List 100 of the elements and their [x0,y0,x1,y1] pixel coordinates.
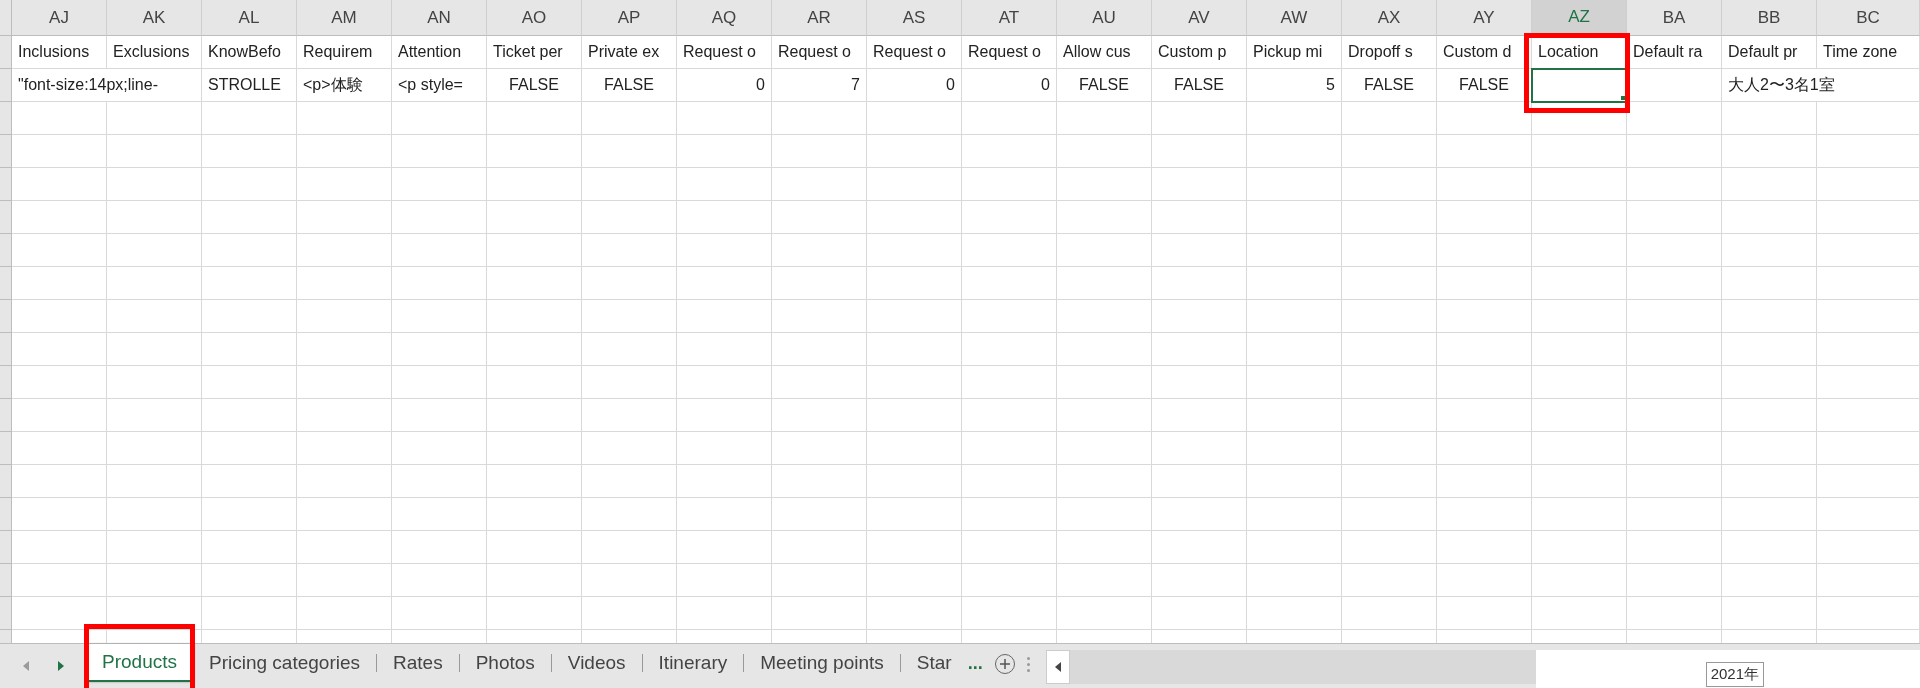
table-cell[interactable]: <p>体験 [297,69,392,102]
table-cell[interactable] [1627,465,1722,498]
table-cell[interactable] [1152,267,1247,300]
table-cell[interactable] [1627,102,1722,135]
table-cell[interactable] [12,267,107,300]
table-cell[interactable] [297,168,392,201]
table-cell[interactable] [1817,135,1920,168]
table-cell[interactable] [962,498,1057,531]
table-cell[interactable] [582,597,677,630]
table-cell[interactable] [1437,135,1532,168]
table-cell[interactable] [1057,135,1152,168]
column-header[interactable]: BC [1817,0,1920,36]
table-cell[interactable] [202,564,297,597]
table-cell[interactable] [1437,399,1532,432]
scroll-right-icon[interactable] [56,661,65,671]
table-cell[interactable] [1532,333,1627,366]
table-cell[interactable] [772,432,867,465]
table-cell[interactable] [487,201,582,234]
table-cell[interactable] [1057,168,1152,201]
table-cell[interactable] [1437,201,1532,234]
table-cell[interactable] [107,168,202,201]
table-cell[interactable] [1722,432,1817,465]
table-cell[interactable] [1437,300,1532,333]
more-sheets-indicator[interactable]: ... [967,650,983,677]
table-cell[interactable] [1532,234,1627,267]
table-cell[interactable] [392,168,487,201]
table-cell[interactable] [1627,432,1722,465]
table-cell[interactable] [1057,234,1152,267]
table-cell[interactable] [297,234,392,267]
row-header[interactable] [0,234,12,267]
table-cell[interactable]: Custom p [1152,36,1247,69]
table-cell[interactable] [1532,564,1627,597]
table-cell[interactable] [1342,267,1437,300]
table-cell[interactable] [202,102,297,135]
table-cell[interactable] [1247,366,1342,399]
table-cell[interactable] [487,465,582,498]
sheet-tab[interactable]: Pricing categories [193,644,376,682]
table-cell[interactable] [1057,102,1152,135]
table-cell[interactable]: STROLLE [202,69,297,102]
sheet-tab[interactable]: Products [86,644,193,682]
table-cell[interactable] [1722,366,1817,399]
table-cell[interactable] [772,300,867,333]
table-cell[interactable] [1247,597,1342,630]
table-cell[interactable] [487,267,582,300]
table-cell[interactable] [1342,300,1437,333]
table-cell[interactable] [392,366,487,399]
table-cell[interactable] [1532,531,1627,564]
table-cell[interactable] [867,564,962,597]
table-cell[interactable] [1057,597,1152,630]
table-cell[interactable] [1437,564,1532,597]
table-cell[interactable] [1532,135,1627,168]
table-cell[interactable] [677,597,772,630]
table-cell[interactable] [202,432,297,465]
row-header[interactable] [0,465,12,498]
table-cell[interactable] [1532,168,1627,201]
table-cell[interactable] [1532,399,1627,432]
table-cell[interactable] [1437,465,1532,498]
column-header[interactable]: AR [772,0,867,36]
table-cell[interactable] [1722,135,1817,168]
column-header[interactable]: AX [1342,0,1437,36]
table-cell[interactable] [487,531,582,564]
table-cell[interactable] [1247,300,1342,333]
table-cell[interactable] [1437,432,1532,465]
table-cell[interactable]: Inclusions [12,36,107,69]
column-header[interactable]: AW [1247,0,1342,36]
table-cell[interactable] [1532,597,1627,630]
table-cell[interactable] [202,366,297,399]
corner-header[interactable] [0,0,12,36]
table-cell[interactable] [1342,168,1437,201]
table-cell[interactable] [867,366,962,399]
row-header[interactable] [0,432,12,465]
table-cell[interactable] [582,234,677,267]
table-cell[interactable] [1627,267,1722,300]
table-cell[interactable] [1152,366,1247,399]
table-cell[interactable] [962,597,1057,630]
table-cell[interactable] [1247,168,1342,201]
table-cell[interactable] [867,135,962,168]
table-cell[interactable] [1722,168,1817,201]
row-header[interactable] [0,498,12,531]
table-cell[interactable] [107,498,202,531]
table-cell[interactable] [202,201,297,234]
sheet-tab[interactable]: Rates [377,644,459,682]
table-cell[interactable] [1247,267,1342,300]
table-cell[interactable] [1247,201,1342,234]
table-cell[interactable] [1627,531,1722,564]
table-cell[interactable] [1152,168,1247,201]
table-cell[interactable] [962,366,1057,399]
table-cell[interactable] [1817,267,1920,300]
table-cell[interactable] [12,102,107,135]
table-cell[interactable]: Request o [677,36,772,69]
table-cell[interactable] [867,201,962,234]
table-cell[interactable] [202,234,297,267]
table-cell[interactable] [1817,300,1920,333]
table-cell[interactable] [1057,432,1152,465]
table-cell[interactable] [1342,531,1437,564]
table-cell[interactable] [867,102,962,135]
table-cell[interactable] [1152,234,1247,267]
table-cell[interactable] [582,168,677,201]
table-cell[interactable] [1342,234,1437,267]
table-cell[interactable] [107,597,202,630]
